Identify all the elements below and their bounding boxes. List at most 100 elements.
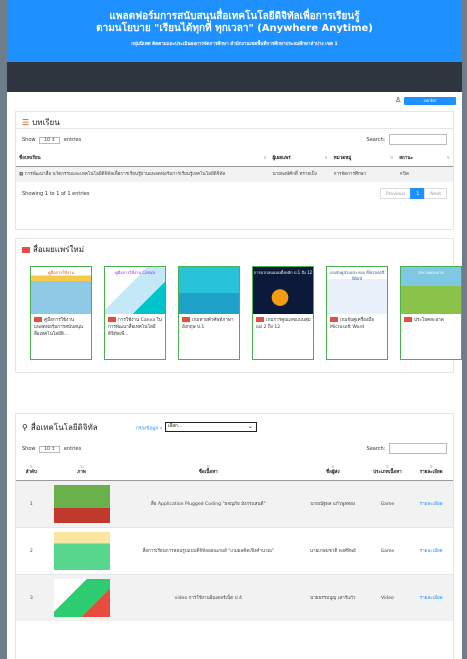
media-card[interactable]: คู่มือการใช้งาน คู่มือการใช้งานแพลตฟอร์ม… — [30, 266, 92, 360]
lessons-showing: Showing 1 to 1 of 1 entries — [22, 191, 90, 197]
navbar — [7, 62, 462, 92]
tech-col-type[interactable]: ⇅ ประเภทเนื้อหา — [365, 460, 410, 481]
flag-icon — [330, 317, 338, 322]
tech-search: Search: — [367, 443, 447, 454]
tech-row-image[interactable] — [46, 480, 117, 528]
tech-col-image[interactable]: ⇅ ภาพ — [46, 460, 117, 481]
lessons-row-status: ✕ปิด — [399, 172, 409, 177]
lessons-header: ☰ บทเรียน — [16, 112, 453, 129]
tech-panel: ⚲ สื่อเทคโนโลยีดิจิทัล กรองข้อมูล » เลือก… — [15, 413, 454, 659]
table-row[interactable]: 3 video การใช้งานอินเตอร์เน็ต ป.4 นายธรร… — [16, 574, 453, 621]
tech-row-detail-link[interactable]: รายละเอียด — [409, 574, 453, 621]
tech-search-input[interactable] — [389, 443, 447, 454]
search-icon: ⚲ — [22, 423, 28, 432]
table-row[interactable]: 1 สื่อ Application Plugged Coding "ผจญภั… — [16, 480, 453, 528]
tech-controls: Show 10 ⇕ entries Search: — [16, 438, 453, 460]
pager-next[interactable]: Next — [424, 188, 447, 199]
category-filter-label: กรองข้อมูล » — [136, 426, 163, 432]
tech-col-no[interactable]: ⇅ ลำดับ — [16, 460, 47, 481]
media-card-thumb: เกมจับคู่ส่วนประกอบ Microsoft Word — [327, 267, 387, 314]
tech-title: สื่อเทคโนโลยีดิจิทัล — [30, 423, 98, 432]
media-card-caption: ประโยคสะอาด — [414, 318, 444, 323]
tech-search-label: Search: — [366, 446, 386, 452]
media-card-caption: เกมการคูณเลขแบบสุ่ม แม่ 2 ถึง 12 — [256, 318, 311, 330]
tech-col-title[interactable]: ⇅ ชื่อเนื้อหา — [116, 460, 301, 481]
tech-row-no: 3 — [16, 574, 47, 621]
media-card-thumb — [179, 267, 239, 314]
lessons-show: Show 10 ⇕ entries — [22, 137, 81, 144]
tech-show: Show 10 ⇕ entries — [22, 446, 81, 453]
lessons-search-label: Search: — [366, 137, 386, 143]
tech-row-title: สื่อการเรียนการสอนรูปแบบดิจิทัลออนเกมส์ … — [116, 527, 301, 575]
chevron-down-icon: ⌄ — [247, 423, 253, 430]
user-icon: ♙ — [395, 96, 402, 104]
thumbnail-image — [53, 485, 110, 523]
lessons-table: ชื่อบทเรียน ⇅ ผู้เผยแพร่ ⇅ หมวดหมู่ ⇅ สถานะ… — [16, 151, 453, 182]
pager-current[interactable]: 1 — [410, 188, 426, 199]
media-title: สื่อเผยแพร่ใหม่ — [33, 245, 84, 254]
lessons-row-name[interactable]: ▦ การพัฒนาสื่อ นวัตกรรมและเทคโนโลยีดิจิท… — [16, 167, 269, 183]
media-card-thumb: คู่มือการใช้งาน Canva — [105, 267, 165, 314]
lessons-col-category[interactable]: หมวดหมู่ ⇅ — [330, 151, 397, 167]
lessons-row-category: การจัดการศึกษา — [333, 172, 367, 177]
tech-show-label: Show — [22, 446, 36, 452]
lessons-entries-value: 10 — [44, 138, 50, 143]
user-button[interactable]: center — [404, 97, 456, 105]
media-card-caption: การใช้งาน Canva ในการพัฒนาสื่อเทคโนโลยีด… — [108, 318, 162, 337]
header-title-line1: แพลตฟอร์มการสนับสนุนสื่อเทคโนโลยีดิจิทัล… — [109, 11, 360, 22]
tech-row-detail-link[interactable]: รายละเอียด — [409, 527, 453, 575]
thumbnail-image — [53, 532, 110, 570]
tech-row-no: 2 — [16, 527, 47, 575]
site-header: แพลตฟอร์มการสนับสนุนสื่อเทคโนโลยีดิจิทัล… — [7, 0, 462, 62]
tech-row-detail-link[interactable]: รายละเอียด — [409, 480, 453, 528]
table-row[interactable]: ▦ การพัฒนาสื่อ นวัตกรรมและเทคโนโลยีดิจิท… — [16, 166, 453, 183]
tech-col-detail[interactable]: ⇅ รายละเอียด — [409, 460, 453, 481]
media-card[interactable]: คู่มือการใช้งาน Canva การใช้งาน Canva ใน… — [104, 266, 166, 360]
tech-row-sender: นายณัฐพล แก้วพูลทอง — [300, 480, 366, 528]
tech-row-image[interactable] — [46, 527, 117, 575]
category-filter-select[interactable]: เลือก... ⌄ — [164, 422, 257, 432]
flag-icon — [34, 317, 42, 322]
user-bar: ♙ center — [7, 92, 462, 108]
page: แพลตฟอร์มการสนับสนุนสื่อเทคโนโลยีดิจิทัล… — [7, 0, 462, 659]
lessons-col-status[interactable]: สถานะ ⇅ — [396, 151, 453, 167]
tech-row-type: Game — [365, 527, 410, 575]
tech-entries-label: entries — [63, 446, 82, 452]
lessons-title: บทเรียน — [32, 118, 60, 127]
lessons-col-name[interactable]: ชื่อบทเรียน ⇅ — [16, 151, 270, 167]
lessons-search-input[interactable] — [389, 134, 447, 145]
media-card-thumb: คู่มือการใช้งาน — [31, 267, 91, 314]
tech-row-sender: นายธรรมนูญ เสาร์แก้ว — [300, 574, 366, 621]
header-title-line2: ตามนโยบาย "เรียนได้ทุกที่ ทุกเวลา" (Anyw… — [96, 23, 373, 34]
tech-header: ⚲ สื่อเทคโนโลยีดิจิทัล กรองข้อมูล » เลือก… — [16, 414, 453, 438]
flag-icon — [182, 317, 190, 322]
media-card[interactable]: เกมทายคำศัพท์ภาษาอังกฤษ ป.1 — [178, 266, 240, 360]
lessons-search: Search: — [367, 134, 447, 145]
flag-icon — [22, 246, 30, 253]
flag-icon — [404, 317, 412, 322]
lessons-entries-select[interactable]: 10 ⇕ — [39, 137, 61, 144]
lessons-controls: Show 10 ⇕ entries Search: — [16, 129, 453, 151]
tech-col-sender[interactable]: ⇅ ชื่อผู้ส่ง — [300, 460, 366, 481]
lessons-icon: ☰ — [22, 118, 30, 127]
browser-frame: แพลตฟอร์มการสนับสนุนสื่อเทคโนโลยีดิจิทัล… — [0, 0, 467, 659]
tech-row-type: Game — [365, 480, 410, 528]
tech-entries-value: 10 — [44, 447, 50, 452]
tech-table: ⇅ ลำดับ ⇅ ภาพ ⇅ ชื่อเนื้อหา ⇅ ชื่อผู้ส่ง ⇅ ปร… — [16, 460, 453, 621]
lessons-entries-label: entries — [63, 137, 82, 143]
lessons-col-publisher[interactable]: ผู้เผยแพร่ ⇅ — [269, 151, 331, 167]
thumbnail-image — [53, 579, 110, 617]
flag-icon — [256, 317, 264, 322]
tech-row-type: Video — [365, 574, 410, 621]
media-card[interactable]: ประโยคสะอาด ประโยคสะอาด — [400, 266, 462, 360]
pager-previous[interactable]: Previous — [379, 188, 412, 199]
tech-row-sender: นายเกษมชาติ พงศ์ทิพย์ — [300, 527, 366, 575]
lessons-pager: Previous 1 Next — [379, 188, 447, 199]
media-card-thumb: ประโยคสะอาด — [401, 267, 461, 314]
table-row[interactable]: 2 สื่อการเรียนการสอนรูปแบบดิจิทัลออนเกมส… — [16, 527, 453, 575]
media-card[interactable]: การบวกลบแบบตั้งหลัก ป.1 ถึง 12 เกมการคูณ… — [252, 266, 314, 360]
lessons-footer: Showing 1 to 1 of 1 entries Previous 1 N… — [16, 182, 453, 204]
tech-entries-select[interactable]: 10 ⇕ — [39, 446, 61, 453]
media-card[interactable]: เกมจับคู่ส่วนประกอบ Microsoft Word เกมจั… — [326, 266, 388, 360]
tech-row-image[interactable] — [46, 574, 117, 621]
